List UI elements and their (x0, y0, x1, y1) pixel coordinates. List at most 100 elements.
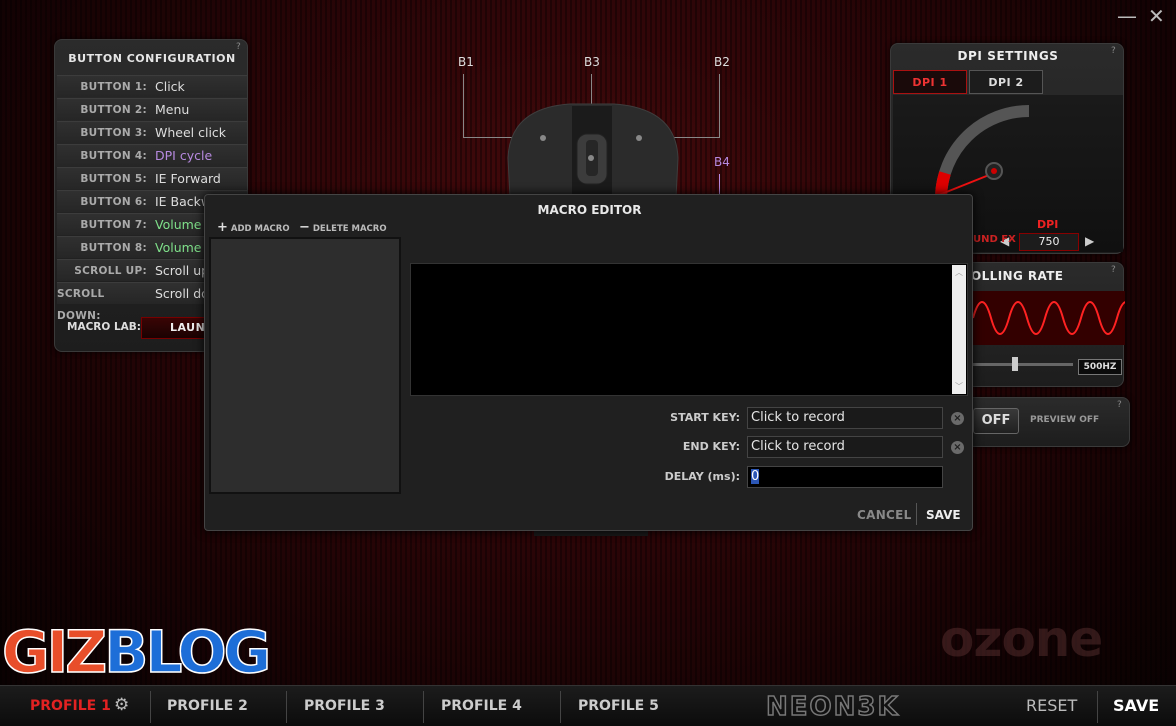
preview-status: PREVIEW OFF (1030, 415, 1100, 425)
close-button[interactable]: ✕ (1148, 4, 1165, 28)
b1-label: B1 (458, 55, 474, 69)
start-key-label: START KEY: (670, 411, 740, 424)
mouse-base (534, 531, 648, 536)
button-4-row[interactable]: BUTTON 4: DPI cycle (57, 144, 247, 166)
button-3-value: Wheel click (155, 125, 227, 140)
help-icon[interactable]: ? (1111, 46, 1116, 56)
polling-slider-handle[interactable] (1012, 357, 1018, 371)
macro-editor-dialog: MACRO EDITOR + ADD MACRO − DELETE MACRO … (204, 194, 973, 531)
dpi-settings-title: DPI SETTINGS (957, 49, 1059, 63)
plus-icon: + (217, 220, 228, 235)
macro-list[interactable] (209, 237, 401, 494)
neon3k-logo: NEON3K (765, 691, 900, 723)
b1-leader-line (463, 74, 464, 138)
dpi-increase-arrow[interactable]: ▶ (1085, 234, 1094, 248)
mouse-image (507, 103, 679, 198)
button-1-label: BUTTON 1: (80, 81, 147, 93)
delete-macro-label: DELETE MACRO (312, 224, 387, 234)
polling-waveform (973, 291, 1125, 345)
minimize-button[interactable]: — (1117, 4, 1137, 28)
tab-profile-2[interactable]: PROFILE 2 (167, 698, 248, 714)
dpi-label: DPI (1037, 218, 1059, 231)
profile-divider (286, 691, 287, 723)
button-2-value: Menu (155, 102, 190, 117)
polling-slider-track[interactable] (973, 363, 1073, 366)
scroll-up-label: SCROLL UP: (74, 265, 147, 277)
clear-end-key-icon[interactable]: × (951, 441, 964, 454)
gizblog-giz: GIZ (1, 618, 108, 686)
clear-start-key-icon[interactable]: × (951, 412, 964, 425)
dpi-value-box[interactable]: 750 (1019, 233, 1079, 251)
scroll-up-arrow-icon[interactable]: ︿ (955, 267, 963, 278)
macro-save-button[interactable]: SAVE (926, 508, 961, 522)
polling-rate-value: 500HZ (1078, 359, 1122, 375)
add-macro-button[interactable]: + ADD MACRO (217, 220, 290, 235)
button-5-label: BUTTON 5: (80, 173, 147, 185)
button-8-value: Volume (155, 240, 202, 255)
b4-leader-line (719, 174, 720, 194)
reset-button[interactable]: RESET (1026, 696, 1077, 715)
tab-profile-3[interactable]: PROFILE 3 (304, 698, 385, 714)
button-5-row[interactable]: BUTTON 5: IE Forward (57, 167, 247, 189)
tab-dpi-2[interactable]: DPI 2 (969, 70, 1043, 94)
profile-divider (150, 691, 151, 723)
b3-label: B3 (584, 55, 600, 69)
help-icon[interactable]: ? (1117, 400, 1122, 410)
help-icon[interactable]: ? (1111, 265, 1116, 275)
button-7-value: Volume (155, 217, 202, 232)
scroll-down-value: Scroll do (155, 286, 209, 301)
gizblog-watermark: GIZBLOG (1, 618, 272, 686)
start-key-field[interactable]: Click to record (747, 407, 943, 429)
button-8-label: BUTTON 8: (80, 242, 147, 254)
delay-value: 0 (751, 469, 760, 484)
sound-fx-label: UND FX (973, 234, 1016, 245)
scroll-up-value: Scroll up (155, 263, 210, 278)
macro-steps-area[interactable]: ︿ ﹀ (410, 263, 968, 396)
tab-profile-5[interactable]: PROFILE 5 (578, 698, 659, 714)
ozone-logo: ozone (940, 610, 1103, 668)
macro-steps-scrollbar[interactable]: ︿ ﹀ (952, 265, 966, 394)
end-key-label: END KEY: (682, 440, 740, 453)
save-button[interactable]: SAVE (1113, 696, 1159, 715)
dpi-gauge (935, 105, 1030, 198)
gizblog-blog: BLOG (103, 618, 272, 686)
delay-field[interactable]: 0 (747, 466, 943, 488)
b4-label: B4 (714, 155, 730, 169)
delay-label: DELAY (ms): (664, 470, 740, 483)
button-2-row[interactable]: BUTTON 2: Menu (57, 98, 247, 120)
profile-divider (423, 691, 424, 723)
bottom-divider (1097, 691, 1098, 723)
button-1-value: Click (155, 79, 185, 94)
button-2-label: BUTTON 2: (80, 104, 147, 116)
macro-editor-title: MACRO EDITOR (537, 203, 642, 217)
end-key-field[interactable]: Click to record (747, 436, 943, 458)
preview-toggle-button[interactable]: OFF (973, 408, 1019, 434)
profile-divider (560, 691, 561, 723)
b2-label: B2 (714, 55, 730, 69)
button-7-label: BUTTON 7: (80, 219, 147, 231)
button-3-label: BUTTON 3: (80, 127, 147, 139)
b2-leader-line (719, 74, 720, 138)
tab-profile-1[interactable]: PROFILE 1 (30, 698, 111, 714)
minus-icon: − (299, 220, 310, 235)
button-1-row[interactable]: BUTTON 1: Click (57, 75, 247, 97)
button-3-row[interactable]: BUTTON 3: Wheel click (57, 121, 247, 143)
button-configuration-title: BUTTON CONFIGURATION (68, 52, 236, 65)
button-divider (916, 503, 917, 525)
cancel-button[interactable]: CANCEL (857, 508, 912, 522)
tab-dpi-1[interactable]: DPI 1 (893, 70, 967, 94)
profile-bar: PROFILE 1 ⚙ PROFILE 2 PROFILE 3 PROFILE … (0, 685, 1176, 726)
button-4-label: BUTTON 4: (80, 150, 147, 162)
polling-rate-title: OLLING RATE (971, 269, 1064, 283)
button-6-value: IE Backw (155, 194, 212, 209)
scroll-down-arrow-icon[interactable]: ﹀ (955, 381, 963, 392)
button-5-value: IE Forward (155, 171, 221, 186)
help-icon[interactable]: ? (236, 42, 241, 52)
tab-profile-4[interactable]: PROFILE 4 (441, 698, 522, 714)
button-4-value: DPI cycle (155, 148, 213, 163)
macro-lab-label: MACRO LAB: (67, 321, 141, 333)
delete-macro-button[interactable]: − DELETE MACRO (299, 220, 387, 235)
gear-icon[interactable]: ⚙ (114, 695, 129, 715)
button-6-label: BUTTON 6: (80, 196, 147, 208)
add-macro-label: ADD MACRO (230, 224, 290, 234)
